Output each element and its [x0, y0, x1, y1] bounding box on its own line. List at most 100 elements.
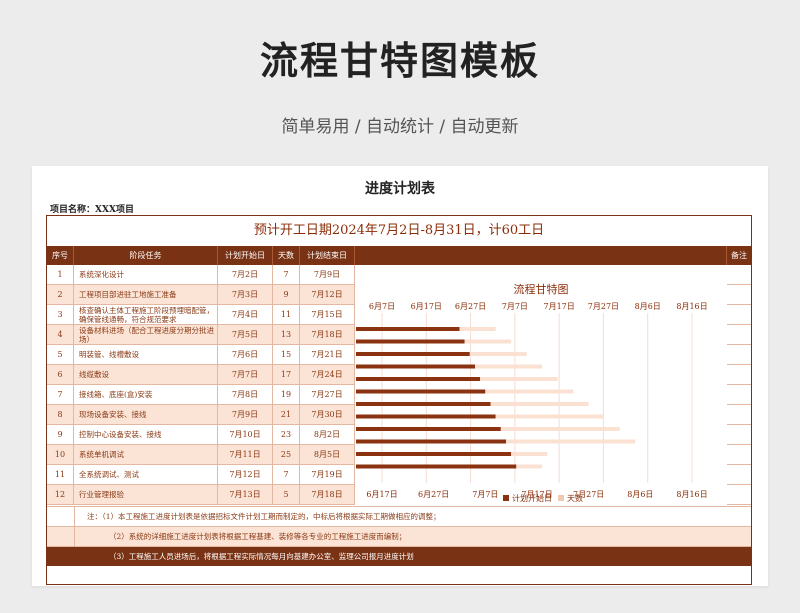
chart-grid [381, 313, 693, 483]
table-row: 3 核查确认主体工程施工阶段预埋暗配管，确保管线通畅，符合规范要求 7月4日 11 7月… [47, 305, 355, 325]
note-1: 注：（1）本工程施工进度计划表是依据招标文件计划工期而制定的，中标后将根据实际工… [87, 512, 441, 521]
cell-end: 7月27日 [300, 385, 355, 404]
top-tick-label: 8月6日 [635, 302, 661, 311]
remark-cell-border [727, 424, 751, 425]
remark-cell-border [727, 324, 751, 325]
cell-days: 11 [273, 305, 300, 324]
cell-end: 7月19日 [300, 465, 355, 484]
cell-task: 明装管、线槽敷设 [74, 345, 218, 364]
cell-end: 7月18日 [300, 325, 355, 344]
cell-end: 7月15日 [300, 305, 355, 324]
top-tick-label: 8月16日 [676, 302, 707, 311]
bar-start [320, 377, 481, 381]
bar-start [320, 452, 512, 456]
cell-task: 线缆敷设 [74, 365, 218, 384]
remark-cell-border [727, 284, 751, 285]
remark-cell-border [727, 384, 751, 385]
bar-start [320, 352, 470, 356]
top-tick-label: 6月27日 [455, 302, 486, 311]
table-row: 9 控制中心设备安装、接线 7月10日 23 8月2日 [47, 425, 355, 445]
cell-days: 7 [273, 265, 300, 284]
cell-no: 11 [47, 465, 74, 484]
cell-start: 7月11日 [218, 445, 273, 464]
cell-start: 7月2日 [218, 265, 273, 284]
header-no: 序号 [47, 246, 74, 265]
remark-cell-border [727, 364, 751, 365]
cell-no: 6 [47, 365, 74, 384]
cell-task: 控制中心设备安装、接线 [74, 425, 218, 444]
remark-cell-border [727, 444, 751, 445]
gantt-chart: 流程甘特图 6月7日 6月17日 6月27日 7月7日 7月17日 7月27日 8月6日 8月… [320, 265, 726, 506]
table-row: 4 设备材料进场（配合工程进度分期分批进场） 7月5日 13 7月18日 [47, 325, 355, 345]
top-tick-label: 7月17日 [544, 302, 575, 311]
remark-cell-border [727, 464, 751, 465]
cell-task: 系统深化设计 [74, 265, 218, 284]
cell-days: 23 [273, 425, 300, 444]
cell-no: 1 [47, 265, 74, 284]
cell-task: 系统单机调试 [74, 445, 218, 464]
cell-days: 9 [273, 285, 300, 304]
bar-days [490, 402, 589, 406]
cell-no: 4 [47, 325, 74, 344]
cell-task: 核查确认主体工程施工阶段预埋暗配管，确保管线通畅，符合规范要求 [74, 305, 218, 324]
bar-days [511, 452, 548, 456]
bottom-tick-label: 6月27日 [418, 490, 449, 499]
cell-task: 设备材料进场（配合工程进度分期分批进场） [74, 325, 218, 344]
top-tick-label: 7月7日 [502, 302, 528, 311]
remark-cell-border [727, 504, 751, 505]
bottom-tick-label: 7月7日 [472, 490, 498, 499]
cell-no: 3 [47, 305, 74, 324]
bar-days [495, 414, 605, 419]
cell-end: 7月9日 [300, 265, 355, 284]
legend-label-days: 天数 [567, 493, 583, 503]
cell-end: 8月2日 [300, 425, 355, 444]
header-chart-blank [355, 246, 727, 265]
note-3: （3）工程施工人员进场后，将根据工程实际情况每月向基建办公室、监理公司报月进度计… [109, 552, 414, 561]
legend-label-start: 计划开始日 [512, 493, 552, 503]
cell-days: 5 [273, 485, 300, 504]
bar-days [500, 427, 620, 431]
table-row: 7 接线箱、底座(盒)安装 7月8日 19 7月27日 [47, 385, 355, 405]
cell-days: 21 [273, 405, 300, 424]
table-row: 11 全系统调试、测试 7月12日 7 7月19日 [47, 465, 355, 485]
bottom-tick-label: 6月17日 [366, 490, 397, 499]
cell-start: 7月5日 [218, 325, 273, 344]
bar-start [320, 339, 465, 344]
cell-task: 现场设备安装、接线 [74, 405, 218, 424]
remark-cell-border [727, 404, 751, 405]
table-row: 10 系统单机调试 7月11日 25 8月5日 [47, 445, 355, 465]
schedule-frame: 预计开工日期2024年7月2日-8月31日，计60工日 序号 阶段任务 计划开始… [46, 215, 752, 585]
bar-start [320, 364, 475, 369]
bar-days [464, 339, 512, 344]
note-row-2: （2）系统的详细施工进度计划表将根据工程基建、装修等各专业的工程施工进度而编制； [47, 526, 751, 547]
top-tick-label: 7月27日 [588, 302, 619, 311]
bottom-tick-label: 8月6日 [627, 490, 653, 499]
bar-days [459, 327, 496, 331]
cell-start: 7月3日 [218, 285, 273, 304]
cell-start: 7月13日 [218, 485, 273, 504]
cell-start: 7月12日 [218, 465, 273, 484]
legend-swatch-start [503, 495, 509, 501]
table-row: 1 系统深化设计 7月2日 7 7月9日 [47, 265, 355, 285]
chart-bars [320, 327, 636, 469]
bottom-tick-label: 8月16日 [676, 490, 707, 499]
cell-start: 7月7日 [218, 365, 273, 384]
cell-no: 10 [47, 445, 74, 464]
cell-days: 13 [273, 325, 300, 344]
cell-task: 工程项目部进驻工地施工准备 [74, 285, 218, 304]
bar-start [320, 389, 486, 394]
bar-days [475, 364, 543, 369]
cell-end: 7月12日 [300, 285, 355, 304]
cell-start: 7月6日 [218, 345, 273, 364]
remark-cell-border [727, 484, 751, 485]
header-days: 天数 [273, 246, 300, 265]
table-row: 5 明装管、线槽敷设 7月6日 15 7月21日 [47, 345, 355, 365]
cell-no: 12 [47, 485, 74, 504]
table-row: 6 线缆敷设 7月7日 17 7月24日 [47, 365, 355, 385]
bar-days [485, 389, 574, 394]
cell-no: 9 [47, 425, 74, 444]
sheet-title: 进度计划表 [365, 181, 435, 197]
cell-task: 行业管理报验 [74, 485, 218, 504]
header-remark: 备注 [727, 246, 751, 265]
remark-cell-border [727, 344, 751, 345]
